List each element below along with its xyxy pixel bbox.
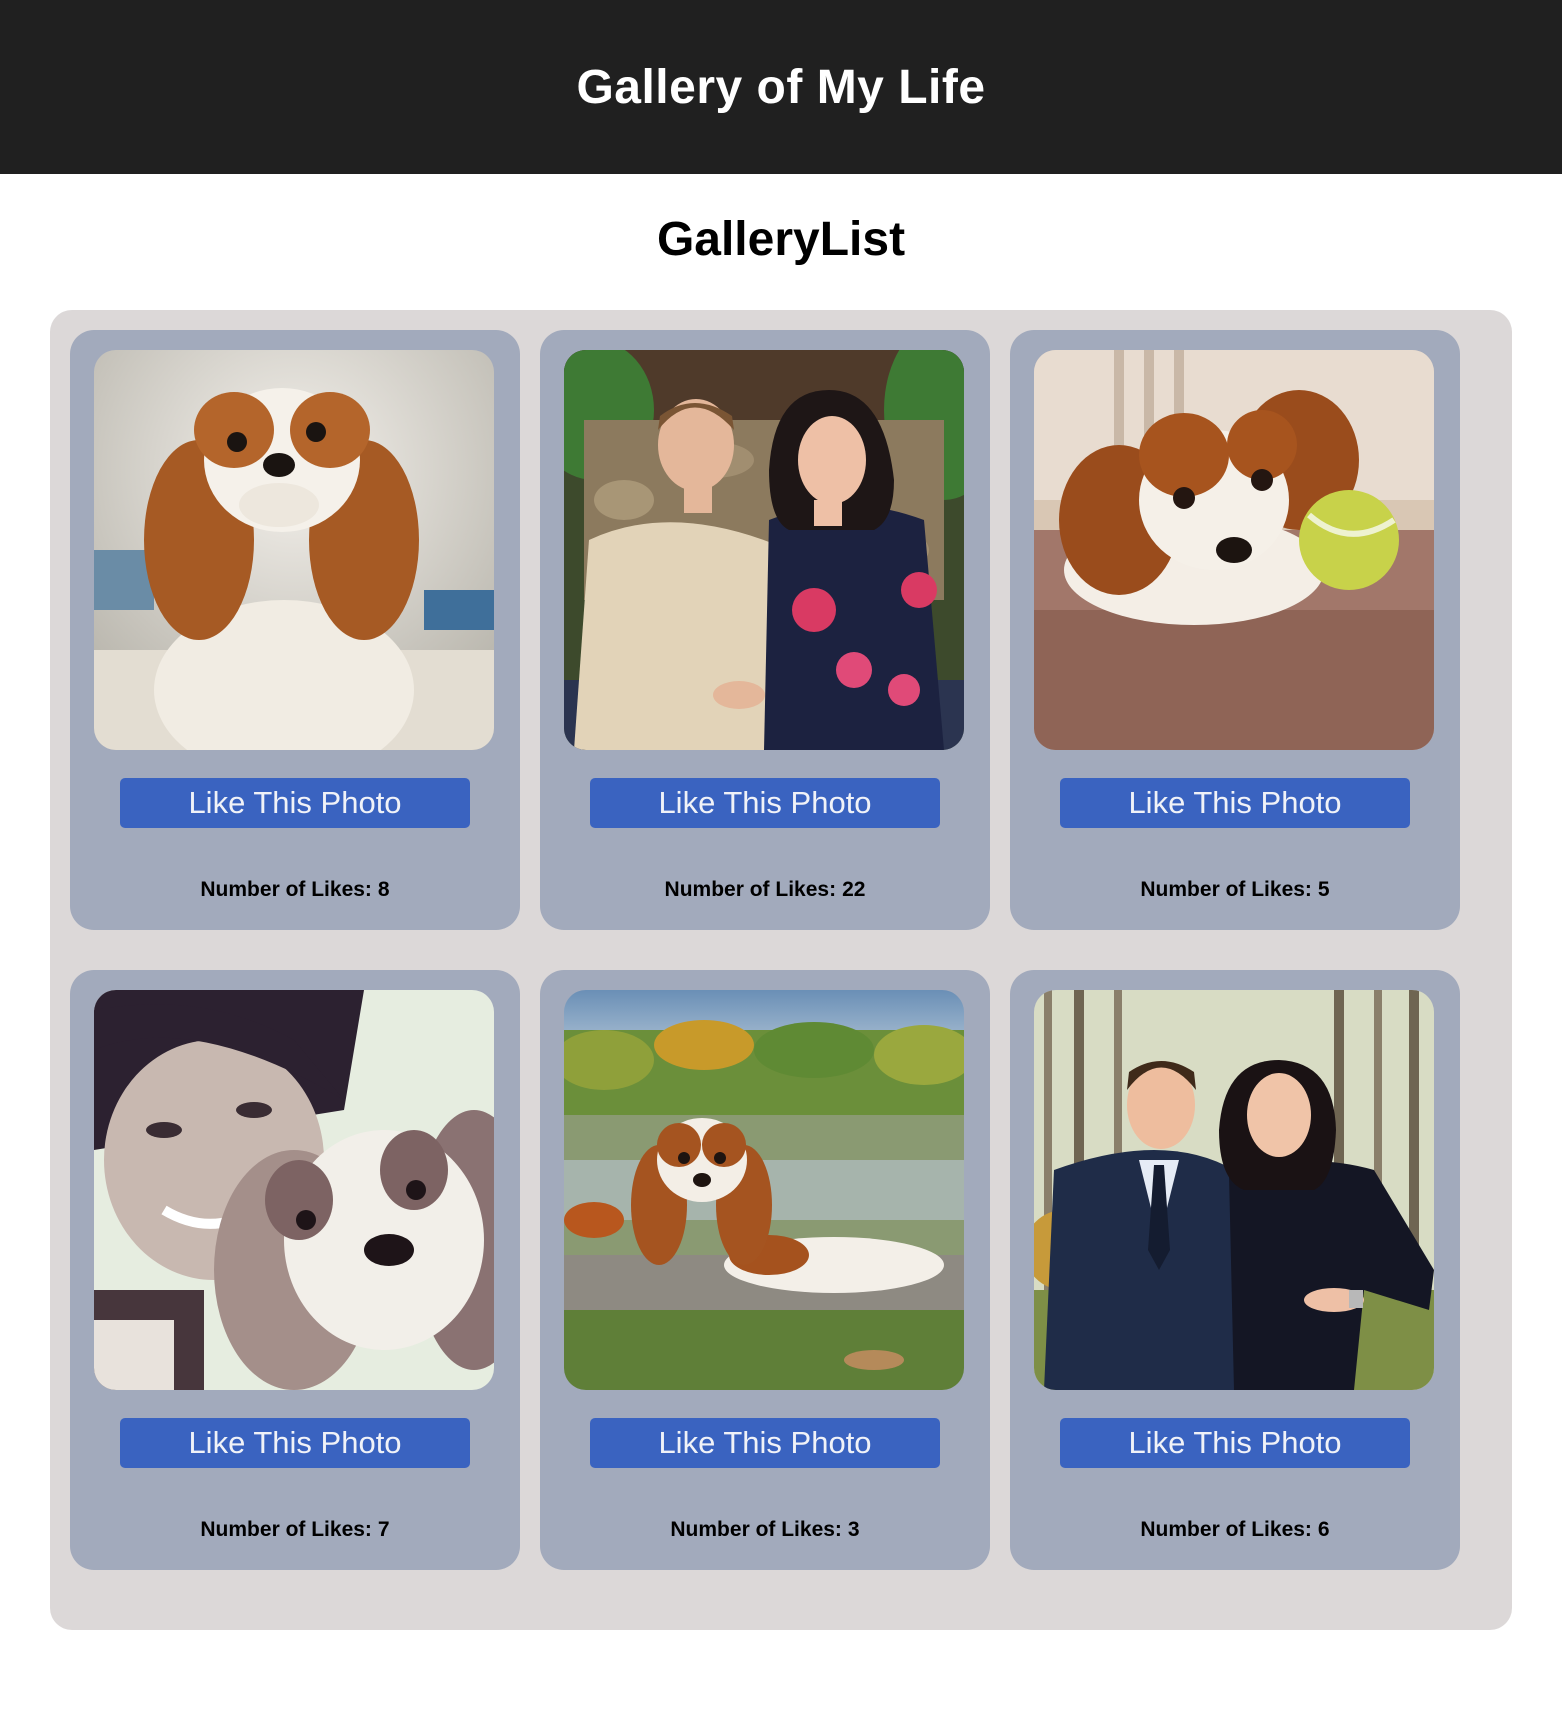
likes-label: Number of Likes:: [1140, 1518, 1312, 1541]
likes-label: Number of Likes:: [664, 878, 837, 901]
gallery-item: Like This Photo Number of Likes: 8: [70, 330, 520, 930]
gallery-item: Like This Photo Number of Likes: 6: [1010, 970, 1460, 1570]
gallery-list: Like This Photo Number of Likes: 8 Like …: [50, 310, 1512, 1630]
likes-counter: Number of Likes: 8: [70, 878, 520, 902]
likes-counter: Number of Likes: 7: [70, 1518, 520, 1542]
likes-count: 3: [847, 1518, 860, 1541]
gallery-list-title: GalleryList: [656, 213, 906, 266]
woman-dog-selfie-image[interactable]: [94, 990, 494, 1390]
likes-count: 22: [842, 878, 866, 901]
like-photo-button[interactable]: Like This Photo: [590, 778, 940, 828]
likes-counter: Number of Likes: 6: [1010, 1518, 1460, 1542]
couple-formal-photo-image[interactable]: [1034, 990, 1434, 1390]
dog-by-lake-image[interactable]: [564, 990, 964, 1390]
likes-label: Number of Likes:: [670, 1518, 842, 1541]
app-header: Gallery of My Life: [0, 0, 1562, 174]
likes-counter: Number of Likes: 22: [540, 878, 990, 902]
likes-label: Number of Likes:: [200, 1518, 372, 1541]
gallery-item: Like This Photo Number of Likes: 5: [1010, 330, 1460, 930]
likes-count: 7: [377, 1518, 390, 1541]
puppy-tennis-ball-image[interactable]: [1034, 350, 1434, 750]
app-title: Gallery of My Life: [576, 60, 986, 114]
gallery-item: Like This Photo Number of Likes: 7: [70, 970, 520, 1570]
likes-counter: Number of Likes: 3: [540, 1518, 990, 1542]
likes-label: Number of Likes:: [200, 878, 372, 901]
likes-counter: Number of Likes: 5: [1010, 878, 1460, 902]
likes-label: Number of Likes:: [1140, 878, 1312, 901]
likes-count: 8: [377, 878, 390, 901]
gallery-item: Like This Photo Number of Likes: 22: [540, 330, 990, 930]
cavalier-dog-portrait-image[interactable]: [94, 350, 494, 750]
like-photo-button[interactable]: Like This Photo: [120, 778, 470, 828]
like-photo-button[interactable]: Like This Photo: [120, 1418, 470, 1468]
like-photo-button[interactable]: Like This Photo: [1060, 1418, 1410, 1468]
like-photo-button[interactable]: Like This Photo: [590, 1418, 940, 1468]
couple-garden-photo-image[interactable]: [564, 350, 964, 750]
gallery-item: Like This Photo Number of Likes: 3: [540, 970, 990, 1570]
likes-count: 6: [1317, 1518, 1330, 1541]
likes-count: 5: [1317, 878, 1330, 901]
like-photo-button[interactable]: Like This Photo: [1060, 778, 1410, 828]
